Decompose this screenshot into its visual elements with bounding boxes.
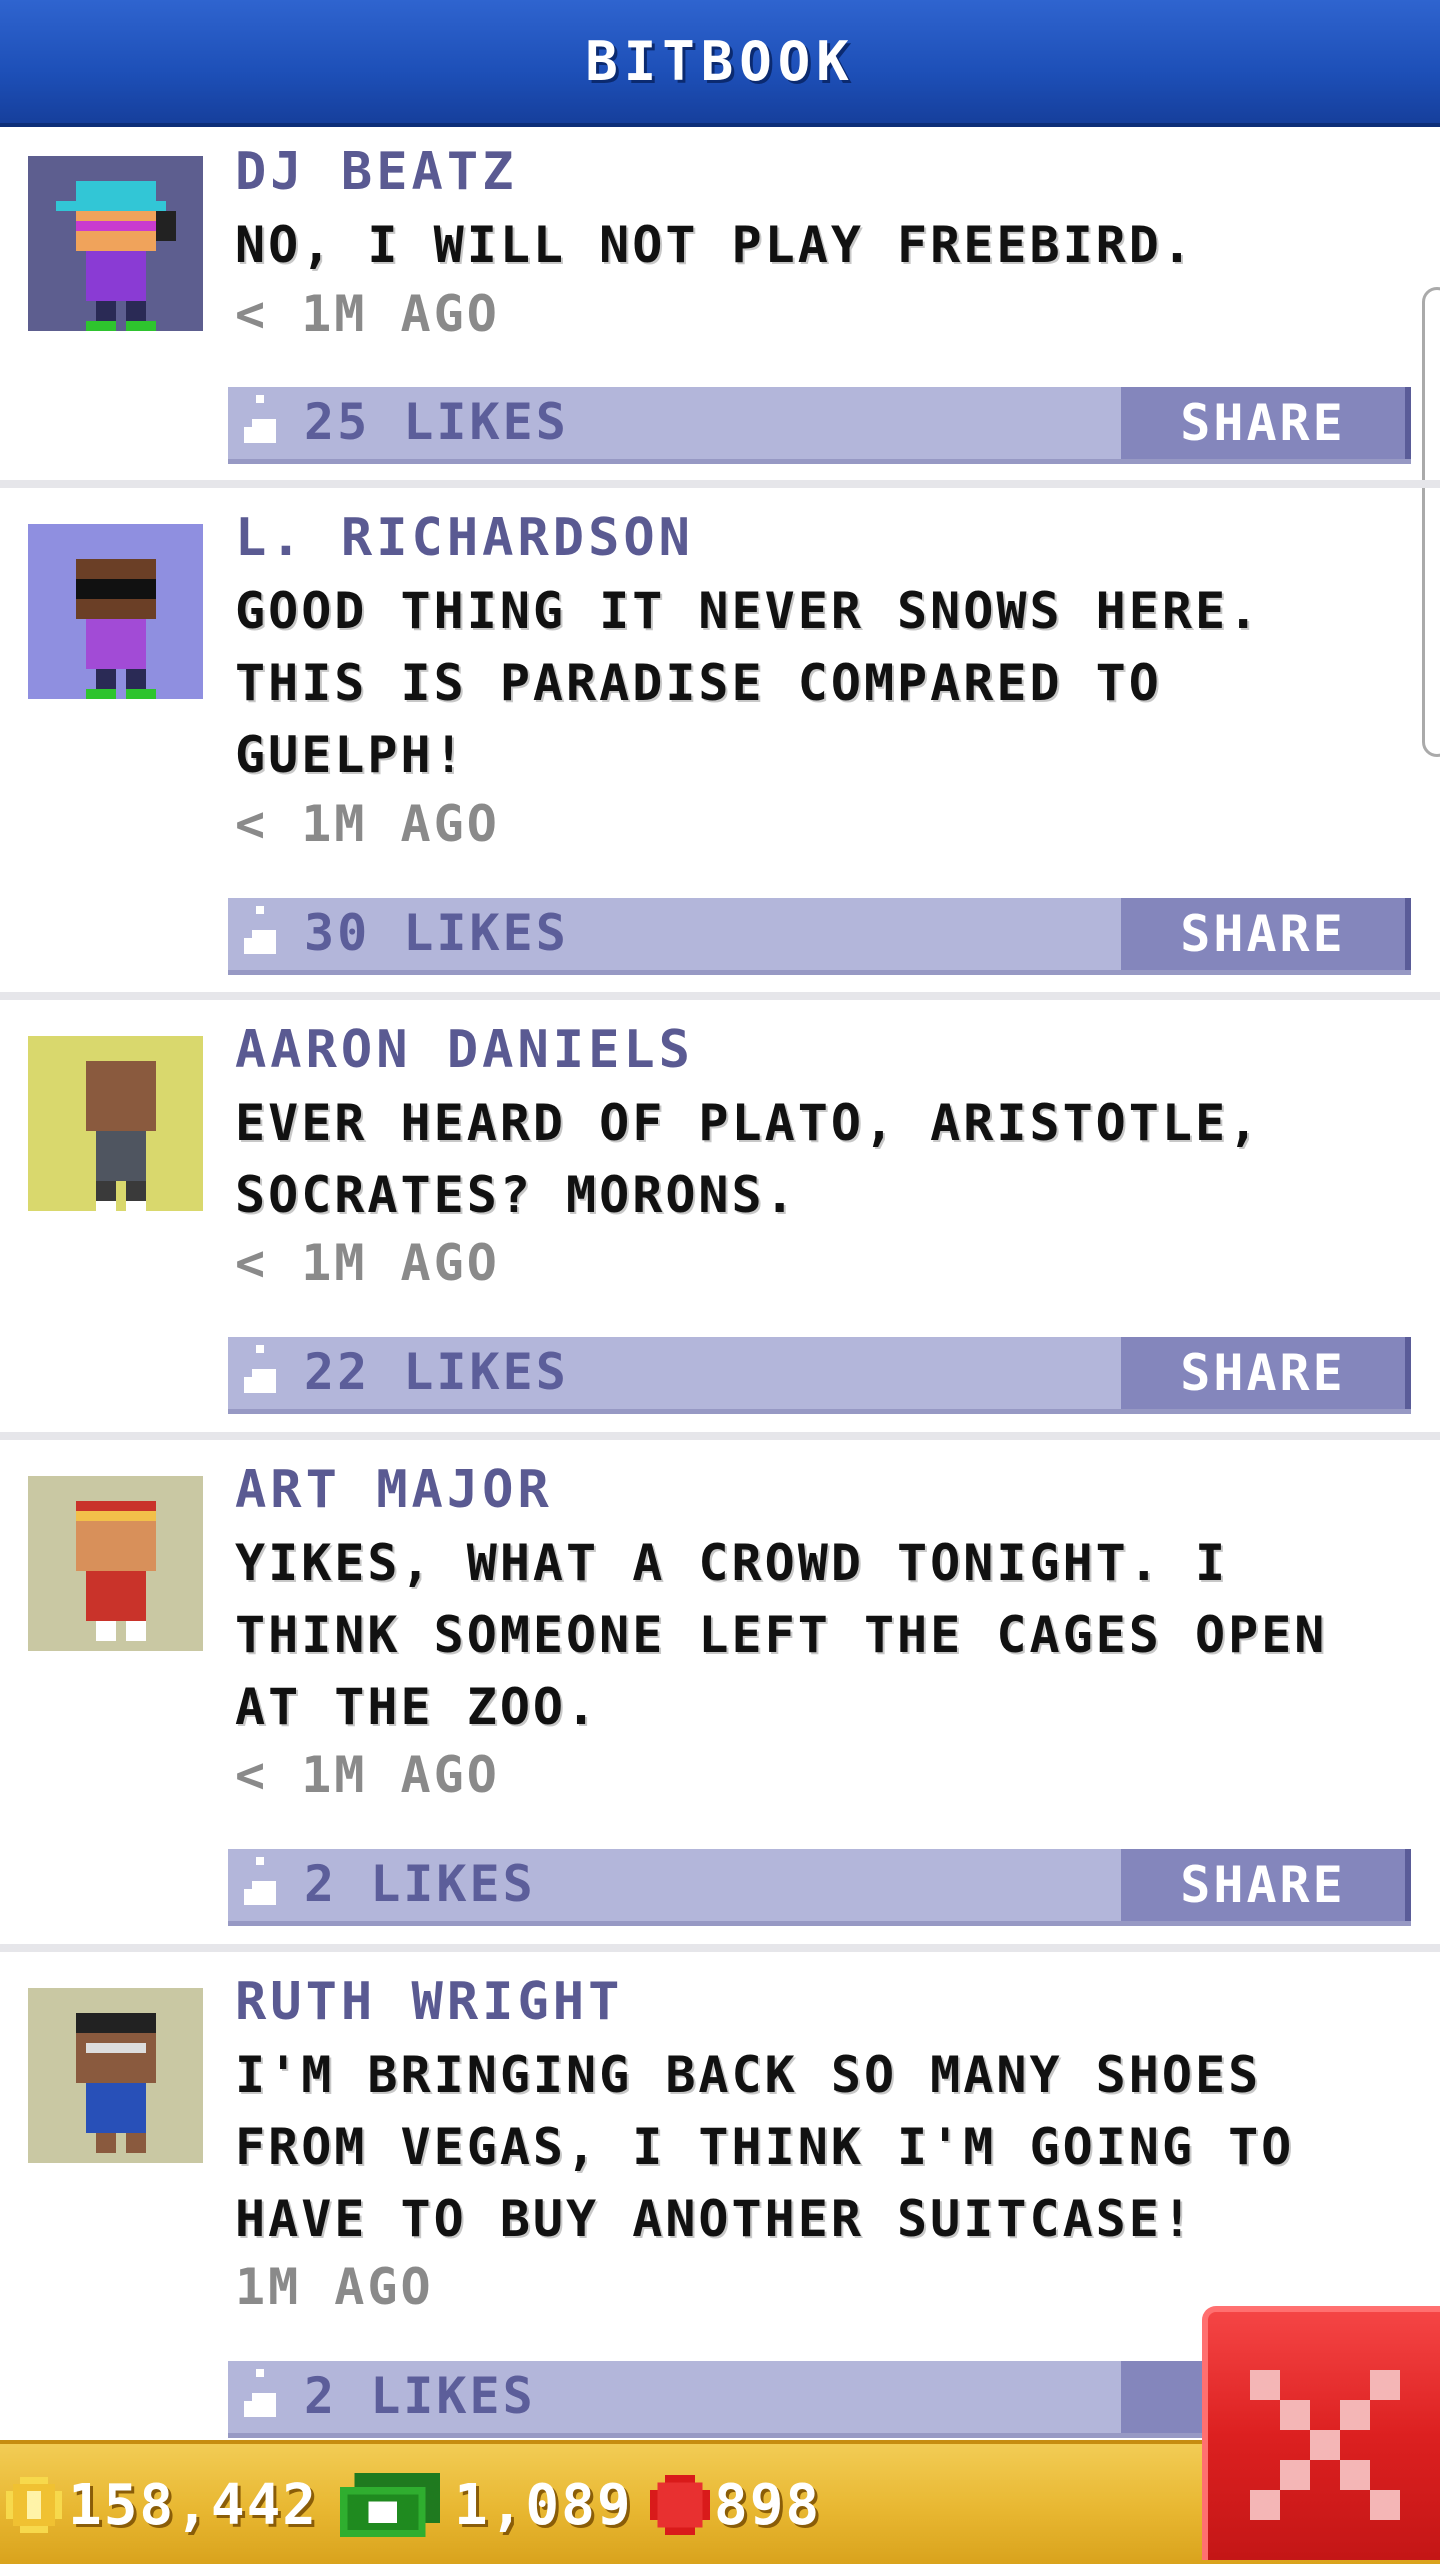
post-divider	[0, 480, 1440, 488]
app-header: BITBOOK	[0, 0, 1440, 127]
bux-icon	[340, 2473, 440, 2537]
tickets-stat: 898	[650, 2470, 821, 2540]
thumb-up-icon[interactable]	[244, 395, 284, 451]
share-button[interactable]: SHARE	[1121, 1849, 1411, 1921]
post-author[interactable]: RUTH WRIGHT	[235, 1972, 623, 2032]
post-author[interactable]: AARON DANIELS	[235, 1020, 694, 1080]
ruth-avatar[interactable]	[28, 1988, 203, 2163]
aaron-avatar[interactable]	[28, 1036, 203, 1211]
likes-count: 22 LIKES	[304, 1343, 569, 1401]
post-author[interactable]: L. RICHARDSON	[235, 508, 694, 568]
likes-count: 30 LIKES	[304, 904, 569, 962]
post-timestamp: < 1M AGO	[235, 1234, 500, 1292]
scrollbar[interactable]	[1422, 287, 1440, 757]
share-button[interactable]: SHARE	[1121, 898, 1411, 970]
post-timestamp: < 1M AGO	[235, 1746, 500, 1804]
like-bar: 25 LIKES SHARE	[228, 387, 1411, 464]
post-text: I'M BRINGING BACK SO MANY SHOES FROM VEG…	[235, 2046, 1295, 2248]
bux-stat: 1,089	[340, 2470, 633, 2540]
post-text: GOOD THING IT NEVER SNOWS HERE. THIS IS …	[235, 582, 1262, 784]
richardson-avatar[interactable]	[28, 524, 203, 699]
dj-avatar[interactable]	[28, 156, 203, 331]
thumb-up-icon[interactable]	[244, 1857, 284, 1913]
post-divider	[0, 992, 1440, 1000]
tickets-value: 898	[714, 2472, 822, 2538]
likes-count: 2 LIKES	[304, 1855, 536, 1913]
close-icon[interactable]	[1250, 2370, 1400, 2520]
page-title: BITBOOK	[585, 30, 855, 93]
likes-count: 25 LIKES	[304, 393, 569, 451]
share-button[interactable]: SHARE	[1121, 1337, 1411, 1409]
ticket-icon	[650, 2475, 710, 2535]
post-text: EVER HEARD OF PLATO, ARISTOTLE, SOCRATES…	[235, 1094, 1262, 1224]
share-button[interactable]: SHARE	[1121, 387, 1411, 459]
close-button[interactable]	[1202, 2306, 1440, 2560]
like-bar: 2 LIKES SHARE	[228, 1849, 1411, 1926]
post-text: NO, I WILL NOT PLAY FREEBIRD.	[235, 216, 1195, 274]
thumb-up-icon[interactable]	[244, 2369, 284, 2425]
thumb-up-icon[interactable]	[244, 906, 284, 962]
post-author[interactable]: ART MAJOR	[235, 1460, 553, 1520]
post-timestamp: < 1M AGO	[235, 285, 500, 343]
post-timestamp: 1M AGO	[235, 2258, 434, 2316]
like-bar: 22 LIKES SHARE	[228, 1337, 1411, 1414]
likes-count: 2 LIKES	[304, 2367, 536, 2425]
post-author[interactable]: DJ BEATZ	[235, 142, 517, 202]
thumb-up-icon[interactable]	[244, 1345, 284, 1401]
bux-value: 1,089	[454, 2472, 633, 2538]
post-text: YIKES, WHAT A CROWD TONIGHT. I THINK SOM…	[235, 1534, 1328, 1736]
post-timestamp: < 1M AGO	[235, 795, 500, 853]
post-divider	[0, 1432, 1440, 1440]
coin-icon	[6, 2477, 62, 2533]
like-bar: 30 LIKES SHARE	[228, 898, 1411, 975]
coins-value: 158,442	[68, 2472, 319, 2538]
post-divider	[0, 1944, 1440, 1952]
coins-stat: 158,442	[6, 2470, 318, 2540]
art-major-avatar[interactable]	[28, 1476, 203, 1651]
